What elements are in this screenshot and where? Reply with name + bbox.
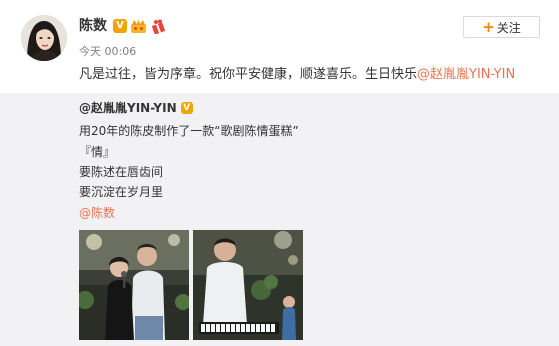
weibo-post-card: 陈数 V 今天 00:06 + 关注 凡是过往，皆为序章。祝你平安健康，顺遂喜乐… [0,0,559,346]
repost-text-line: 要陈述在唇齿间 [79,165,164,179]
post-text: 凡是过往，皆为序章。祝你平安健康，顺遂喜乐。生日快乐@赵胤胤YIN-YIN [79,66,515,84]
repost-mention-link[interactable]: @陈数 [79,205,115,221]
verified-v-icon[interactable]: V [180,102,193,114]
post-mention-link[interactable]: @赵胤胤YIN-YIN [417,67,515,82]
post-timestamp[interactable]: 今天 00:06 [79,45,136,58]
verified-v-icon[interactable]: V [113,19,127,33]
repost-text-line: 要沉淀在岁月里 [79,185,164,199]
repost-text-line: 『情』 [79,145,116,159]
repost-text-line: 用20年的陈皮制作了一款“歌剧陈情蛋糕” [79,124,299,138]
author-avatar[interactable] [21,15,67,61]
follow-label: 关注 [496,20,521,35]
repost-photo-thumbnail[interactable] [79,230,189,340]
repost-photo-thumbnail[interactable] [193,230,303,340]
author-line: 陈数 V [79,17,167,35]
follow-button[interactable]: + 关注 [463,16,540,38]
repost-author-link[interactable]: @赵胤胤YIN-YIN [79,100,177,116]
repost-author-line: @赵胤胤YIN-YIN V [79,100,193,116]
author-name[interactable]: 陈数 [79,17,107,35]
plus-icon: + [482,17,495,36]
gift-badge-icon[interactable] [150,19,167,34]
post-text-main: 凡是过往，皆为序章。祝你平安健康，顺遂喜乐。生日快乐 [79,67,418,82]
crown-badge-icon[interactable] [130,19,147,34]
